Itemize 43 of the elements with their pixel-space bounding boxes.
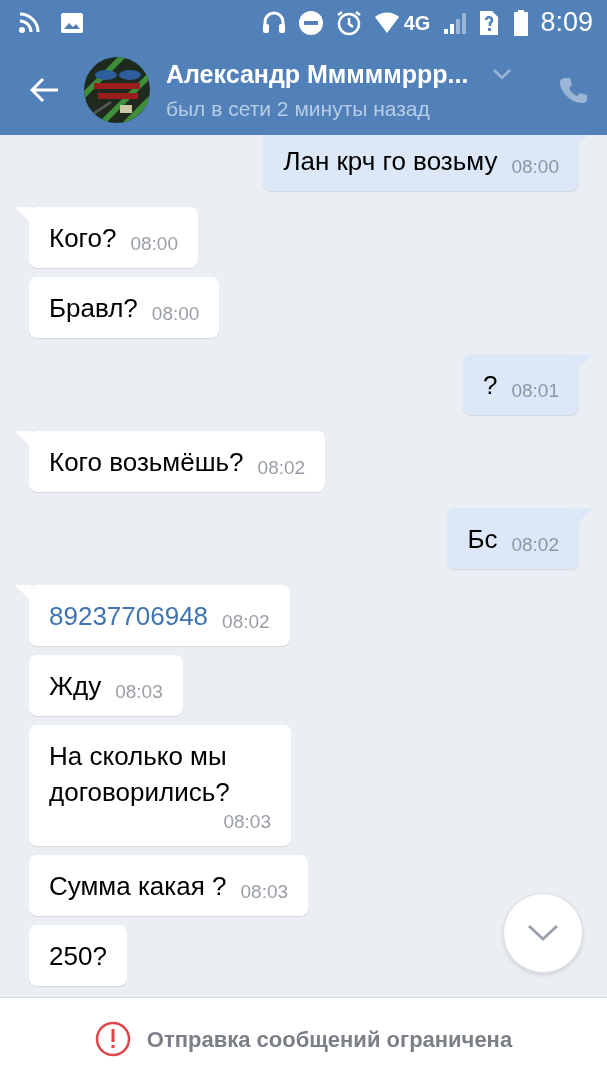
message-time: 08:00 <box>511 155 559 179</box>
message-text: Сумма какая ? <box>49 870 227 903</box>
phone-icon <box>559 76 587 104</box>
message-time: 08:01 <box>511 379 559 403</box>
message-text: Лан крч го возьму <box>283 145 498 178</box>
message-text: Кого возьмёшь? <box>49 446 244 479</box>
back-button[interactable] <box>30 77 60 103</box>
message-time: 08:02 <box>257 456 306 480</box>
message-text: Кого? <box>49 222 117 255</box>
message-time: 08:00 <box>130 232 178 256</box>
message-text: На сколько мы договорились? <box>49 740 231 809</box>
chevron-down-icon <box>527 924 559 942</box>
message-text: 250? <box>49 940 107 973</box>
back-arrow-icon <box>30 77 60 103</box>
do-not-disturb-icon <box>297 9 324 36</box>
headphones-icon <box>261 9 286 36</box>
cast-icon <box>18 11 40 34</box>
clock-text: 8:09 <box>540 6 593 40</box>
scroll-down-button[interactable] <box>503 893 583 973</box>
message-text: ? <box>483 369 498 402</box>
message-text: Жду <box>49 670 102 703</box>
network-type-label: 4G <box>403 10 431 36</box>
message-time: 08:02 <box>511 533 559 557</box>
restriction-notice: Отправка сообщений ограничена <box>146 1025 513 1054</box>
message-time: 08:03 <box>115 680 163 704</box>
image-icon <box>60 11 84 34</box>
message-time: 08:03 <box>240 880 289 904</box>
message-time: 08:03 <box>223 810 271 834</box>
phone-number-link[interactable]: 89237706948 <box>49 598 209 634</box>
warning-icon <box>94 1021 131 1057</box>
alarm-icon <box>335 9 362 36</box>
contact-name: Александр Мммммррр... <box>166 58 469 90</box>
message-text: Бравл? <box>49 292 138 325</box>
wifi-icon <box>373 10 400 35</box>
message-time: 08:02 <box>222 610 270 634</box>
message-time: 08:00 <box>151 302 200 326</box>
signal-icon <box>444 11 469 34</box>
sim-card-icon <box>480 10 499 35</box>
message-text: Бс <box>467 523 498 556</box>
chevron-down-icon <box>492 68 513 81</box>
last-seen-text: был в сети 2 минуты назад <box>166 96 431 122</box>
call-button[interactable] <box>559 76 587 104</box>
battery-icon <box>514 9 529 36</box>
